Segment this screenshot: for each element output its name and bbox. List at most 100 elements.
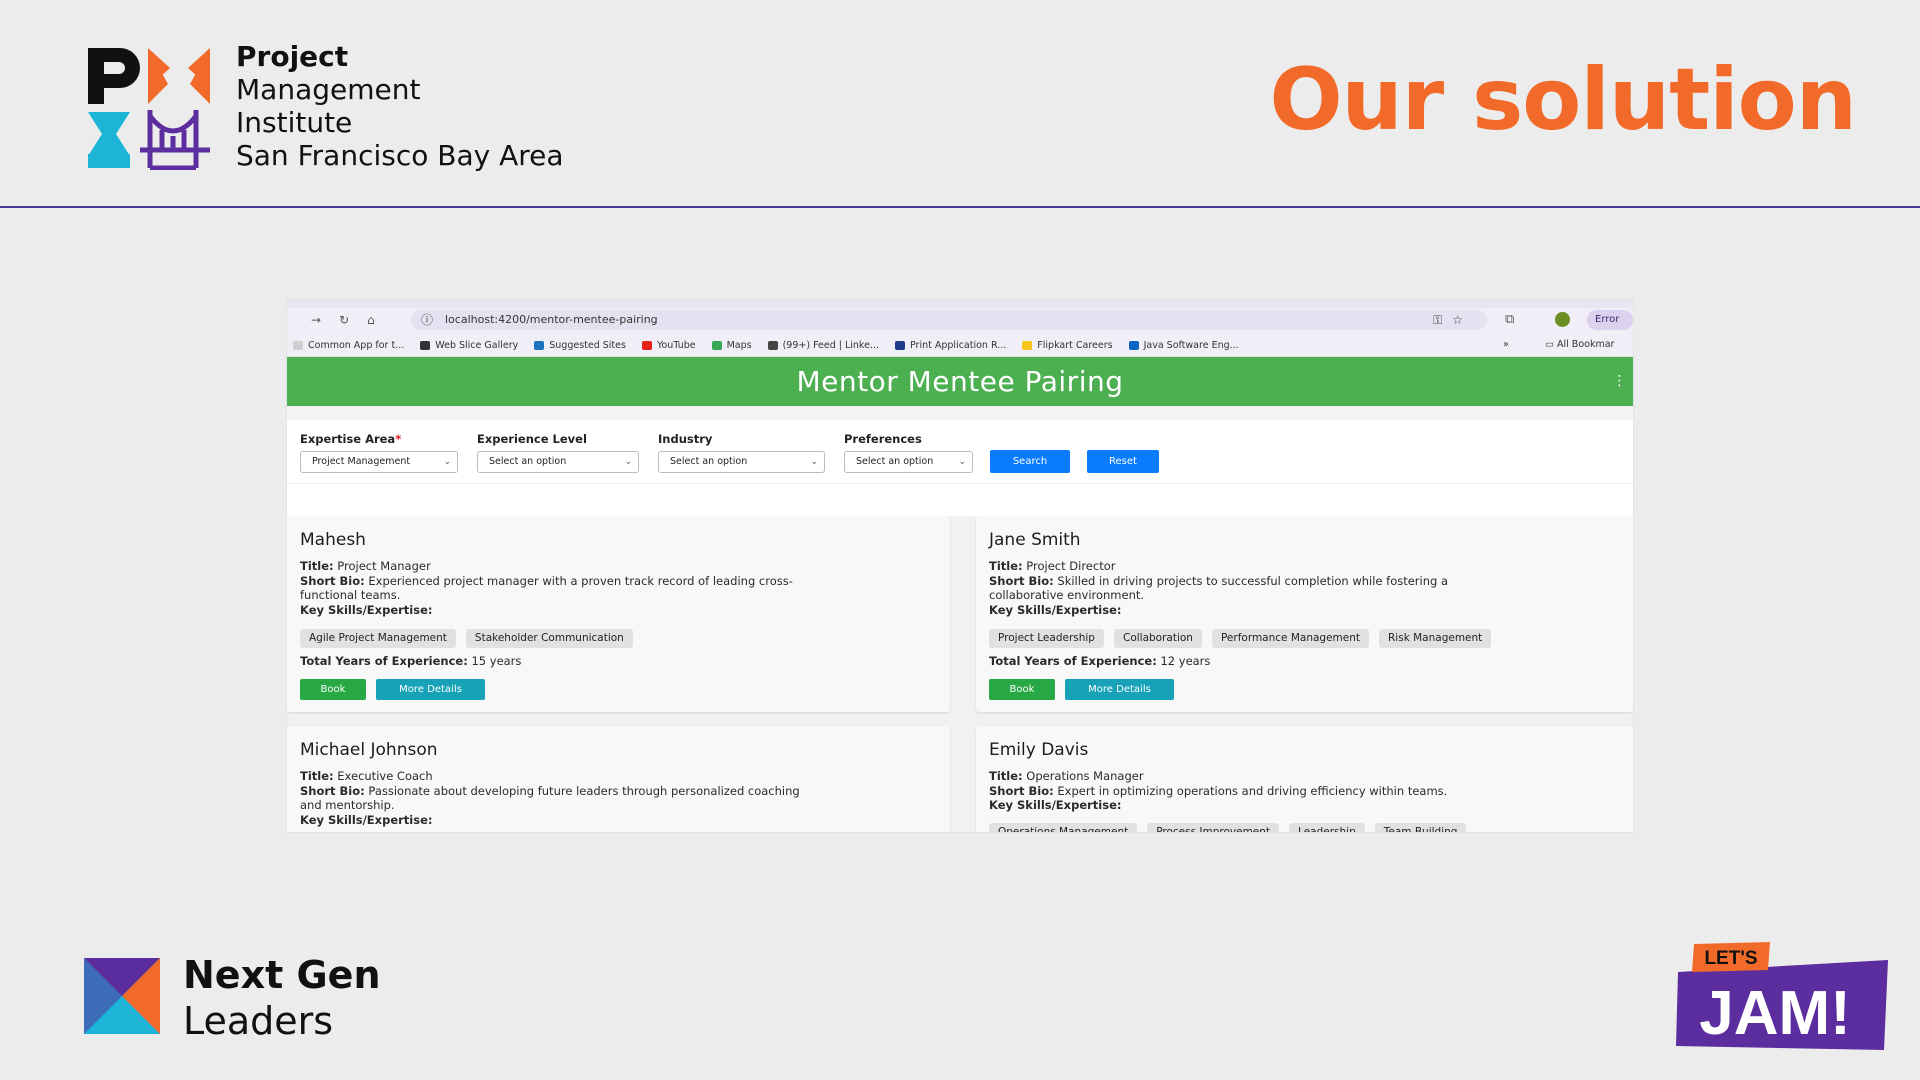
slide-title: Our solution xyxy=(1269,50,1857,150)
chevron-down-icon: ⌄ xyxy=(810,457,818,467)
mentor-bio: Short Bio: Skilled in driving projects t… xyxy=(989,573,1449,603)
org-line-3: Institute xyxy=(236,106,353,139)
reload-icon[interactable]: ↻ xyxy=(339,313,349,327)
skill-tag: Performance Management xyxy=(1211,629,1370,648)
skill-tag: Collaboration xyxy=(1113,629,1202,648)
industry-select[interactable]: Select an option ⌄ xyxy=(658,451,825,473)
more-details-button[interactable]: More Details xyxy=(376,679,485,700)
home-icon[interactable]: ⌂ xyxy=(367,313,375,327)
footer-line-1: Next Gen xyxy=(183,953,381,997)
filter-label: Experience Level xyxy=(477,432,587,446)
more-vert-icon[interactable]: ⋮ xyxy=(1613,357,1628,406)
extensions-icon[interactable]: ⧉ xyxy=(1505,312,1514,327)
more-details-button[interactable]: More Details xyxy=(1065,679,1174,700)
filter-industry: Industry Select an option ⌄ xyxy=(658,432,825,473)
card-actions: Book More Details xyxy=(989,679,1620,700)
bookmark-item[interactable]: (99+) Feed | Linke... xyxy=(767,340,879,351)
lets-jam-badge: LET'S JAM! xyxy=(1676,942,1888,1050)
bookmark-item[interactable]: Maps xyxy=(711,340,752,351)
skill-tag: Risk Management xyxy=(1379,629,1492,648)
bookmark-item[interactable]: Print Application R... xyxy=(895,340,1006,351)
header-divider xyxy=(0,206,1920,208)
tab-strip xyxy=(287,300,1633,308)
reset-button[interactable]: Reset xyxy=(1087,450,1159,473)
browser-nav: → ↻ ⌂ xyxy=(311,313,375,327)
mentor-list: Mahesh Title: Project Manager Short Bio:… xyxy=(287,516,1633,832)
mentor-title: Title: Project Director xyxy=(989,559,1116,573)
forward-icon[interactable]: → xyxy=(311,313,321,327)
site-info-icon[interactable]: ⓘ xyxy=(421,310,433,330)
folder-icon: ▭ xyxy=(1545,339,1557,350)
filter-experience-level: Experience Level Select an option ⌄ xyxy=(477,432,639,473)
bookmark-favicon-icon xyxy=(895,340,905,350)
mentor-bio: Short Bio: Experienced project manager w… xyxy=(300,573,793,603)
org-line-4: San Francisco Bay Area xyxy=(236,139,564,172)
bookmark-item[interactable]: Flipkart Careers xyxy=(1022,340,1113,351)
mentor-name: Emily Davis xyxy=(989,740,1089,760)
mentor-experience: Total Years of Experience: 12 years xyxy=(989,654,1211,668)
experience-level-select[interactable]: Select an option ⌄ xyxy=(477,451,639,473)
address-bar-actions: ⚿☆ xyxy=(1433,310,1473,330)
mentor-experience: Total Years of Experience: 15 years xyxy=(300,654,522,668)
pmi-logo xyxy=(88,48,210,170)
filter-expertise-area: Expertise Area* Project Management ⌄ xyxy=(300,432,458,473)
password-key-icon[interactable]: ⚿ xyxy=(1433,313,1452,327)
url-text: localhost:4200/mentor-mentee-pairing xyxy=(445,313,658,326)
mentor-card: Emily Davis Title: Operations Manager Sh… xyxy=(976,726,1633,832)
maps-icon xyxy=(711,340,722,350)
browser-chrome: → ↻ ⌂ ⓘ localhost:4200/mentor-mentee-pai… xyxy=(287,300,1633,357)
skill-tags: Operations Management Process Improvemen… xyxy=(989,822,1620,832)
bookmark-favicon-icon xyxy=(1022,340,1033,350)
filter-preferences: Preferences Select an option ⌄ xyxy=(844,432,973,473)
skill-tags: Project Leadership Collaboration Perform… xyxy=(989,629,1620,648)
bookmark-favicon-icon xyxy=(534,340,545,350)
skill-tags: Agile Project Management Stakeholder Com… xyxy=(300,629,937,648)
skill-tag: Operations Management xyxy=(989,822,1138,832)
preferences-select[interactable]: Select an option ⌄ xyxy=(844,451,973,473)
mentor-name: Jane Smith xyxy=(989,530,1081,550)
bookmark-item[interactable]: YouTube xyxy=(641,340,696,351)
filter-label: Expertise Area* xyxy=(300,432,402,446)
bookmarks-bar: Common App for t... Web Slice Gallery Su… xyxy=(287,336,1633,354)
next-gen-leaders-text: Next Gen Leaders xyxy=(183,952,381,1044)
mentor-card: Michael Johnson Title: Executive Coach S… xyxy=(287,726,950,832)
profile-error-badge[interactable]: Error xyxy=(1587,310,1633,330)
mentor-skills-label: Key Skills/Expertise: xyxy=(300,812,433,827)
book-button[interactable]: Book xyxy=(989,679,1055,700)
skill-tag: Leadership xyxy=(1289,822,1365,832)
youtube-icon xyxy=(641,340,652,350)
bookmark-item[interactable]: Web Slice Gallery xyxy=(420,340,518,351)
mentor-bio: Short Bio: Passionate about developing f… xyxy=(300,783,800,813)
card-actions: Book More Details xyxy=(300,679,937,700)
mentor-skills-label: Key Skills/Expertise: xyxy=(989,798,1122,812)
mentor-name: Mahesh xyxy=(300,530,366,550)
app-screenshot: → ↻ ⌂ ⓘ localhost:4200/mentor-mentee-pai… xyxy=(287,300,1633,832)
next-gen-leaders-logo xyxy=(84,958,160,1034)
bookmark-favicon-icon xyxy=(293,340,303,350)
badge-top-text: LET'S xyxy=(1704,948,1757,969)
pmi-wordmark: Project Management Institute San Francis… xyxy=(236,40,564,172)
expertise-area-select[interactable]: Project Management ⌄ xyxy=(300,451,458,473)
bookmarks-overflow-button[interactable]: » xyxy=(1503,339,1509,350)
search-button[interactable]: Search xyxy=(990,450,1070,473)
app-header: Mentor Mentee Pairing ⋮ xyxy=(287,357,1633,406)
bookmark-item[interactable]: Common App for t... xyxy=(293,340,404,351)
mentor-title: Title: Project Manager xyxy=(300,559,431,573)
mentor-card: Jane Smith Title: Project Director Short… xyxy=(976,516,1633,712)
book-button[interactable]: Book xyxy=(300,679,366,700)
mentor-bio: Short Bio: Expert in optimizing operatio… xyxy=(989,783,1448,798)
org-line-1: Project xyxy=(236,40,349,73)
bookmark-item[interactable]: Suggested Sites xyxy=(534,340,626,351)
mentor-title: Title: Executive Coach xyxy=(300,769,433,783)
filter-label: Industry xyxy=(658,432,713,446)
chevron-down-icon: ⌄ xyxy=(624,457,632,467)
badge-main-text: JAM! xyxy=(1699,979,1851,1048)
bookmark-item[interactable]: Java Software Eng... xyxy=(1128,340,1239,351)
mentor-skills-label: Key Skills/Expertise: xyxy=(300,602,433,617)
address-bar[interactable]: ⓘ localhost:4200/mentor-mentee-pairing ⚿… xyxy=(411,310,1487,330)
star-icon[interactable]: ☆ xyxy=(1452,313,1473,327)
skill-tag: Stakeholder Communication xyxy=(465,629,633,648)
all-bookmarks-button[interactable]: ▭ All Bookmar xyxy=(1545,339,1614,350)
avatar[interactable] xyxy=(1555,312,1570,327)
mentor-skills-label: Key Skills/Expertise: xyxy=(989,602,1122,617)
